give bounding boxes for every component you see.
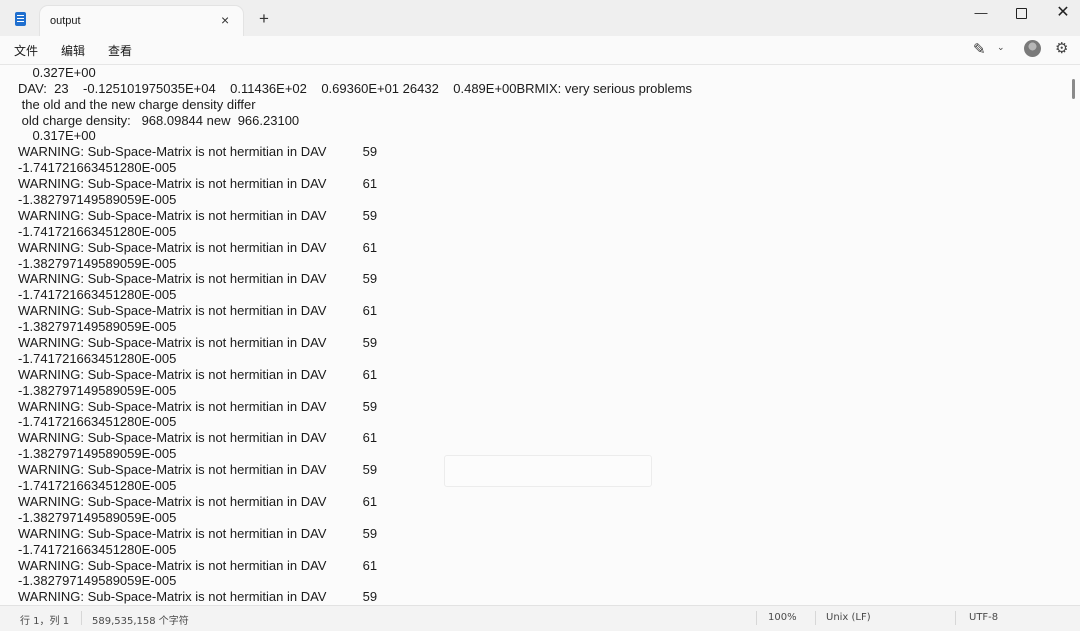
close-window-button[interactable]: ✕ [1040, 0, 1080, 28]
text-line: WARNING: Sub-Space-Matrix is not hermiti… [18, 144, 378, 160]
text-line: WARNING: Sub-Space-Matrix is not hermiti… [18, 271, 378, 287]
text-line: WARNING: Sub-Space-Matrix is not hermiti… [18, 176, 378, 192]
close-tab-icon[interactable]: × [221, 12, 229, 28]
char-count: 589,535,158 个字符 [92, 616, 189, 627]
gear-icon[interactable]: ⚙ [1055, 39, 1068, 57]
text-line: WARNING: Sub-Space-Matrix is not hermiti… [18, 335, 378, 351]
ghost-overlay [444, 455, 652, 487]
divider [81, 611, 82, 625]
menu-view[interactable]: 查看 [108, 42, 132, 59]
text-line: -1.741721663451280E-005 [18, 350, 177, 366]
divider [955, 611, 956, 625]
text-line: -1.741721663451280E-005 [18, 541, 177, 557]
title-bar: output × + — ✕ [0, 0, 1080, 36]
menu-bar: 文件 编辑 查看 ✎ ⌄ ⚙ [0, 36, 1080, 65]
text-line: -1.382797149589059E-005 [18, 192, 177, 208]
text-line: DAV: 23 -0.125101975035E+04 0.11436E+02 … [18, 80, 693, 96]
menu-file[interactable]: 文件 [14, 42, 38, 59]
text-line: WARNING: Sub-Space-Matrix is not hermiti… [18, 525, 378, 541]
text-line: -1.382797149589059E-005 [18, 319, 177, 335]
pen-icon[interactable]: ✎ [973, 40, 986, 58]
encoding[interactable]: UTF-8 [969, 612, 998, 623]
text-line: -1.741721663451280E-005 [18, 287, 177, 303]
text-line: WARNING: Sub-Space-Matrix is not hermiti… [18, 557, 378, 573]
new-tab-button[interactable]: + [259, 10, 269, 28]
menu-edit[interactable]: 编辑 [61, 42, 85, 59]
text-line: WARNING: Sub-Space-Matrix is not hermiti… [18, 398, 378, 414]
editor-lines: old charge density: 967.21705 new 968.09… [18, 65, 1060, 605]
chevron-down-icon[interactable]: ⌄ [997, 42, 1005, 53]
text-line: 0.317E+00 [18, 128, 96, 144]
cursor-position: 行 1，列 1 [20, 616, 70, 627]
tab-output[interactable]: output × [40, 6, 243, 36]
divider [815, 611, 816, 625]
text-line: WARNING: Sub-Space-Matrix is not hermiti… [18, 493, 378, 509]
text-line: WARNING: Sub-Space-Matrix is not hermiti… [18, 239, 378, 255]
text-line: -1.382797149589059E-005 [18, 255, 177, 271]
tab-title: output [50, 15, 81, 27]
status-bar: 行 1，列 1 589,535,158 个字符 100% Unix (LF) U… [0, 605, 1080, 631]
text-line: the old and the new charge density diffe… [18, 96, 256, 112]
text-line: old charge density: 968.09844 new 966.23… [18, 112, 300, 128]
avatar[interactable] [1024, 40, 1041, 57]
text-line: -1.741721663451280E-005 [18, 414, 177, 430]
text-editor[interactable]: old charge density: 967.21705 new 968.09… [0, 65, 1080, 605]
text-line: 0.327E+00 [18, 65, 96, 80]
notepad-icon [15, 12, 26, 26]
divider [756, 611, 757, 625]
line-ending[interactable]: Unix (LF) [826, 612, 871, 623]
text-line: -1.741721663451280E-005 [18, 160, 177, 176]
text-line: WARNING: Sub-Space-Matrix is not hermiti… [18, 430, 378, 446]
text-line: -1.741721663451280E-005 [18, 223, 177, 239]
text-line: WARNING: Sub-Space-Matrix is not hermiti… [18, 207, 378, 223]
text-line: -1.382797149589059E-005 [18, 382, 177, 398]
text-line: WARNING: Sub-Space-Matrix is not hermiti… [18, 303, 378, 319]
maximize-button[interactable] [998, 0, 1044, 28]
vertical-scrollbar[interactable] [1072, 79, 1075, 99]
text-line: -1.382797149589059E-005 [18, 509, 177, 525]
maximize-icon [1015, 8, 1027, 19]
zoom-level[interactable]: 100% [768, 612, 797, 623]
text-line: -1.382797149589059E-005 [18, 573, 177, 589]
text-line: WARNING: Sub-Space-Matrix is not hermiti… [18, 366, 378, 382]
text-line: WARNING: Sub-Space-Matrix is not hermiti… [18, 589, 378, 605]
